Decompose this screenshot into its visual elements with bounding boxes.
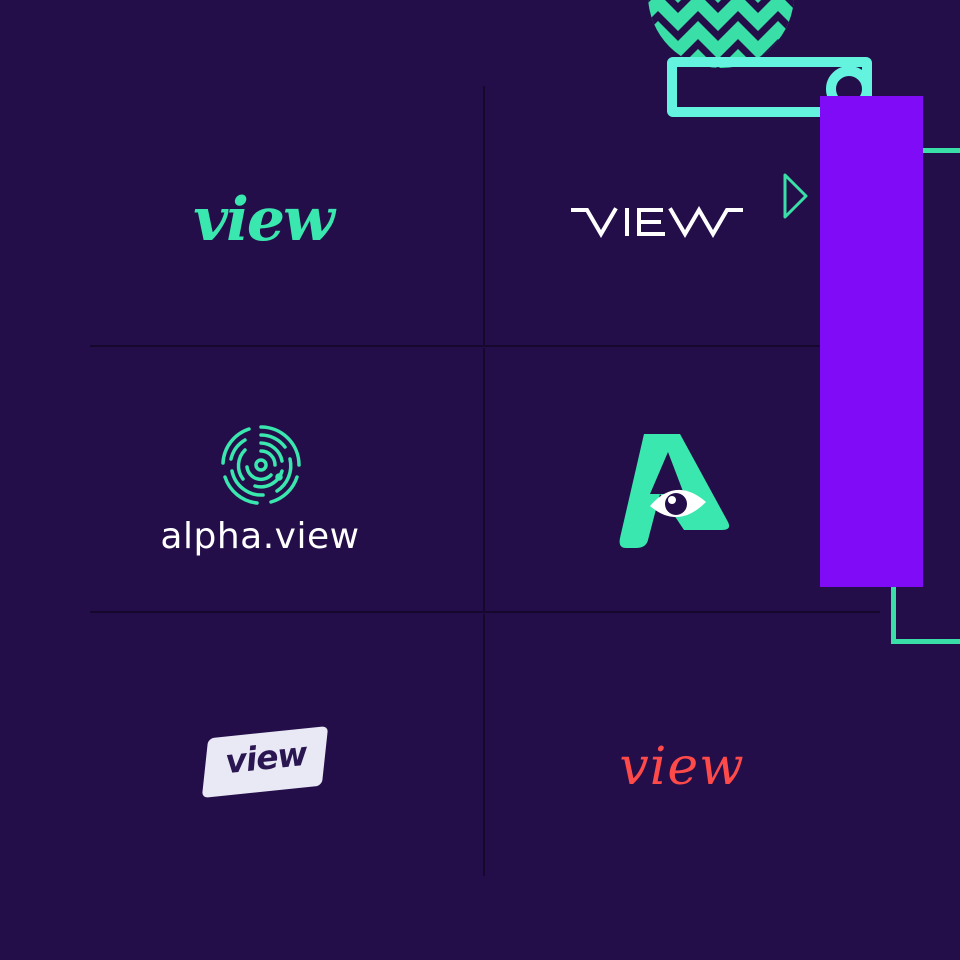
techno-view-logo: [571, 196, 743, 240]
a-eye-logo: A: [610, 430, 740, 554]
alpha-view-logo: alpha.view: [150, 420, 370, 570]
vertical-divider-bottom: [483, 614, 485, 876]
fingerprint-icon: [219, 423, 303, 507]
play-triangle-icon: [782, 172, 810, 220]
horizontal-divider-upper: [90, 345, 880, 347]
violet-bar-shape: [820, 96, 923, 587]
logo-showcase-canvas: view alpha.view view view: [0, 0, 960, 960]
alpha-view-wordmark: alpha.view: [160, 516, 360, 557]
vertical-divider-top: [483, 86, 485, 346]
vertical-divider-middle: [483, 348, 485, 612]
script-view-logo-red: view: [619, 737, 745, 797]
badge-view-logo: view: [196, 722, 336, 808]
script-view-logo-green: view: [193, 185, 334, 255]
horizontal-divider-lower: [90, 611, 880, 613]
